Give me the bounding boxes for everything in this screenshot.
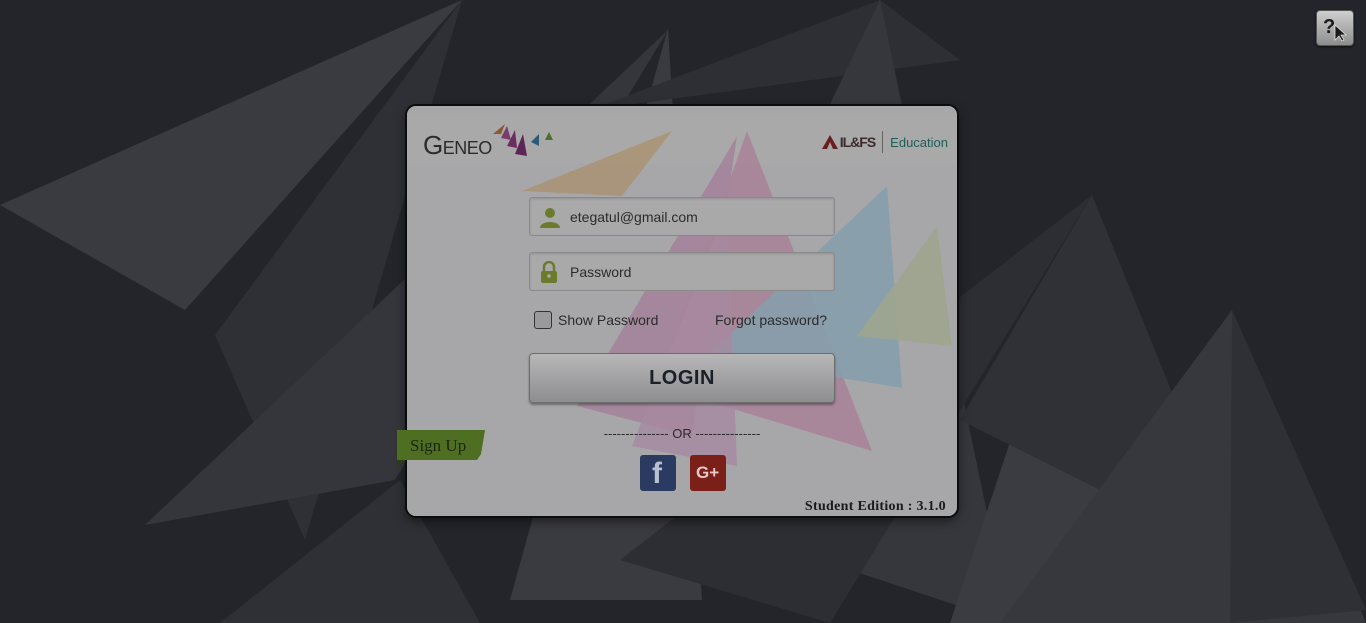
signup-label: Sign Up [410, 436, 467, 455]
user-icon [540, 208, 560, 228]
ilfs-education-logo: IL&FS Education [821, 131, 948, 153]
geneo-logo: Geneo [423, 130, 492, 161]
login-card: Geneo IL&FS Education etegatul@gmail.com… [407, 106, 957, 516]
password-field[interactable]: Password [529, 252, 835, 291]
facebook-login-button[interactable]: f [640, 455, 676, 491]
help-cursor-icon: ? [1323, 16, 1348, 41]
show-password-toggle[interactable]: Show Password [534, 311, 658, 329]
google-plus-icon: G+ [696, 463, 720, 482]
login-button-label: LOGIN [649, 366, 715, 389]
ilfs-division: Education [890, 134, 948, 150]
google-plus-login-button[interactable]: G+ [690, 455, 726, 491]
ilfs-name: IL&FS [839, 134, 876, 150]
card-background-art [407, 106, 957, 516]
signup-ribbon-button[interactable]: Sign Up [397, 430, 487, 468]
help-button[interactable]: ? [1316, 10, 1354, 46]
logo-divider [882, 131, 884, 153]
show-password-checkbox[interactable] [534, 311, 552, 329]
svg-text:?: ? [1323, 16, 1335, 38]
edition-version: Student Edition : 3.1.0 [804, 499, 946, 514]
geneo-logo-text: Geneo [423, 130, 492, 160]
show-password-label: Show Password [558, 312, 659, 328]
email-field[interactable]: etegatul@gmail.com [529, 197, 835, 236]
password-placeholder: Password [570, 264, 632, 280]
ilfs-logo-icon [821, 135, 838, 149]
lock-icon [541, 261, 557, 283]
login-button[interactable]: LOGIN [529, 353, 835, 403]
geneo-logo-triangles [493, 124, 553, 156]
email-value: etegatul@gmail.com [570, 209, 698, 225]
facebook-icon: f [652, 457, 662, 490]
forgot-password-link[interactable]: Forgot password? [715, 312, 827, 328]
or-separator: --------------- OR --------------- [603, 426, 761, 441]
